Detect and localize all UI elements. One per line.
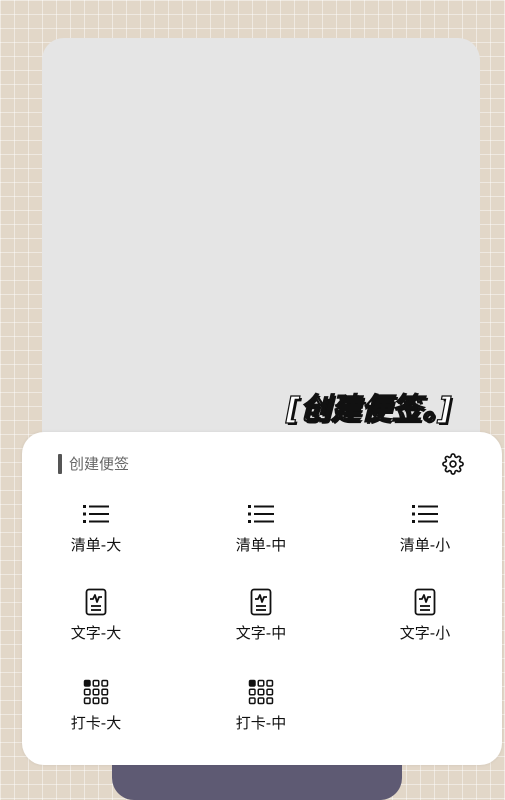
tile-label: 打卡-大: [70, 714, 122, 732]
tile-list-large[interactable]: 清单-大: [31, 500, 161, 560]
tile-label: 打卡-中: [235, 714, 287, 732]
tile-label: 文字-中: [235, 624, 287, 642]
tile-label: 文字-小: [399, 624, 451, 642]
title-accent-bar: [58, 454, 62, 474]
tile-text-small[interactable]: 文字-小: [360, 588, 490, 648]
tile-label: 清单-大: [70, 536, 122, 554]
overlay-title: [创建便签。]: [285, 391, 452, 427]
sheet-header: 创建便签: [58, 452, 464, 476]
text-document-icon: [85, 588, 107, 616]
list-icon: [83, 505, 109, 523]
list-icon: [412, 505, 438, 523]
tile-list-medium[interactable]: 清单-中: [196, 500, 326, 560]
create-note-sheet: 创建便签 清单-大 清单-中 清单-小 文字-大 文字-中 文字-小 打卡-大 …: [22, 432, 502, 765]
tile-label: 清单-中: [235, 536, 287, 554]
tile-label: 文字-大: [70, 624, 122, 642]
settings-button[interactable]: [441, 452, 465, 476]
text-document-icon: [250, 588, 272, 616]
tile-text-medium[interactable]: 文字-中: [196, 588, 326, 648]
gear-icon: [442, 453, 464, 475]
grid-dots-icon: [248, 679, 274, 705]
tile-text-large[interactable]: 文字-大: [31, 588, 161, 648]
sheet-title: 创建便签: [69, 455, 130, 473]
grid-dots-icon: [83, 679, 109, 705]
text-document-icon: [414, 588, 436, 616]
tile-list-small[interactable]: 清单-小: [360, 500, 490, 560]
tile-checkin-medium[interactable]: 打卡-中: [196, 678, 326, 738]
list-icon: [248, 505, 274, 523]
tile-label: 清单-小: [399, 536, 451, 554]
tile-checkin-large[interactable]: 打卡-大: [31, 678, 161, 738]
